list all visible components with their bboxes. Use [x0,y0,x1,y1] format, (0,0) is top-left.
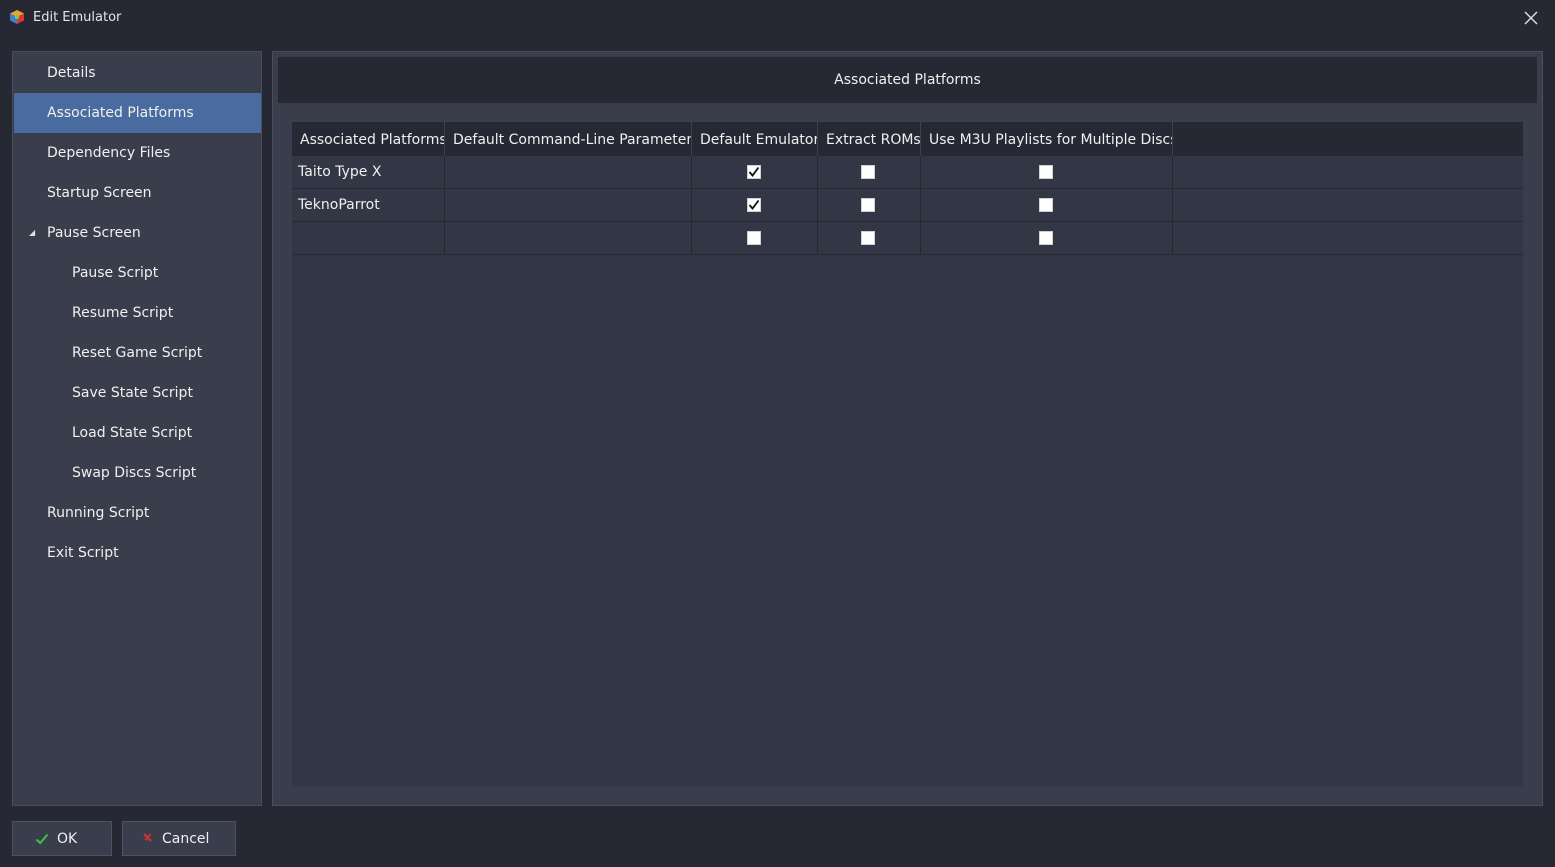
sidebar-item-swap-discs-script[interactable]: Swap Discs Script [14,453,261,493]
params-cell[interactable] [445,189,692,221]
sidebar-item-label: Resume Script [72,305,174,321]
checkmark-icon [748,166,760,177]
edit-emulator-window: Edit Emulator Details Associated Platfor… [0,0,1555,867]
use-m3u-cell [921,189,1173,221]
sidebar-item-pause-screen[interactable]: ◢ Pause Screen [14,213,261,253]
close-icon[interactable] [1519,6,1543,30]
page-title: Associated Platforms [278,57,1537,103]
cancel-button[interactable]: Cancel [122,821,236,856]
expanded-triangle-icon[interactable]: ◢ [29,213,35,253]
sidebar-item-reset-game-script[interactable]: Reset Game Script [14,333,261,373]
sidebar-item-associated-platforms[interactable]: Associated Platforms [14,93,261,133]
extract-roms-cell [818,156,921,188]
title-bar: Edit Emulator [0,0,1555,36]
default-emulator-checkbox[interactable] [747,165,761,179]
cancel-button-label: Cancel [162,831,210,847]
x-mark-icon [143,833,152,842]
sidebar-item-details[interactable]: Details [14,53,261,93]
checkmark-icon [748,199,760,210]
grid-header: Associated Platforms Default Command-Lin… [292,122,1523,156]
sidebar-item-pause-script[interactable]: Pause Script [14,253,261,293]
checkmark-icon [35,833,49,845]
sidebar-item-dependency-files[interactable]: Dependency Files [14,133,261,173]
sidebar-item-label: Associated Platforms [47,105,194,121]
sidebar-item-label: Details [47,65,96,81]
table-row[interactable]: TeknoParrot [292,189,1523,222]
table-row[interactable] [292,222,1523,255]
window-title: Edit Emulator [33,10,122,25]
content-panel: Associated Platforms Associated Platform… [272,51,1543,806]
sidebar-item-save-state-script[interactable]: Save State Script [14,373,261,413]
default-emulator-cell [692,222,818,254]
default-emulator-cell [692,156,818,188]
platform-cell[interactable]: TeknoParrot [292,189,445,221]
use-m3u-checkbox[interactable] [1039,165,1053,179]
sidebar-item-load-state-script[interactable]: Load State Script [14,413,261,453]
sidebar-item-label: Pause Script [72,265,159,281]
sidebar-item-resume-script[interactable]: Resume Script [14,293,261,333]
use-m3u-cell [921,156,1173,188]
sidebar-item-label: Swap Discs Script [72,465,197,481]
sidebar-item-running-script[interactable]: Running Script [14,493,261,533]
sidebar-item-exit-script[interactable]: Exit Script [14,533,261,573]
column-header-params[interactable]: Default Command-Line Parameters [445,122,692,156]
sidebar-item-startup-screen[interactable]: Startup Screen [14,173,261,213]
sidebar-item-label: Pause Screen [47,225,141,241]
extract-roms-checkbox[interactable] [861,165,875,179]
use-m3u-cell [921,222,1173,254]
default-emulator-cell [692,189,818,221]
params-cell[interactable] [445,156,692,188]
platform-cell[interactable] [292,222,445,254]
sidebar-item-label: Exit Script [47,545,119,561]
extract-roms-cell [818,222,921,254]
use-m3u-checkbox[interactable] [1039,231,1053,245]
sidebar: Details Associated Platforms Dependency … [12,51,262,806]
sidebar-item-label: Reset Game Script [72,345,203,361]
extract-roms-checkbox[interactable] [861,231,875,245]
platform-cell[interactable]: Taito Type X [292,156,445,188]
sidebar-item-label: Dependency Files [47,145,171,161]
default-emulator-checkbox[interactable] [747,198,761,212]
ok-button-label: OK [57,831,78,847]
column-header-extract-roms[interactable]: Extract ROMs [818,122,921,156]
params-cell[interactable] [445,222,692,254]
column-header-use-m3u[interactable]: Use M3U Playlists for Multiple Discs [921,122,1173,156]
sidebar-item-label: Save State Script [72,385,193,401]
ok-button[interactable]: OK [12,821,112,856]
extract-roms-checkbox[interactable] [861,198,875,212]
sidebar-item-label: Load State Script [72,425,193,441]
sidebar-item-label: Running Script [47,505,150,521]
table-row[interactable]: Taito Type X [292,156,1523,189]
use-m3u-checkbox[interactable] [1039,198,1053,212]
column-header-default-emulator[interactable]: Default Emulator [692,122,818,156]
column-header-platform[interactable]: Associated Platforms [292,122,445,156]
extract-roms-cell [818,189,921,221]
sidebar-item-label: Startup Screen [47,185,152,201]
default-emulator-checkbox[interactable] [747,231,761,245]
launchbox-cube-icon [10,10,24,24]
associated-platforms-grid: Associated Platforms Default Command-Lin… [292,122,1523,787]
